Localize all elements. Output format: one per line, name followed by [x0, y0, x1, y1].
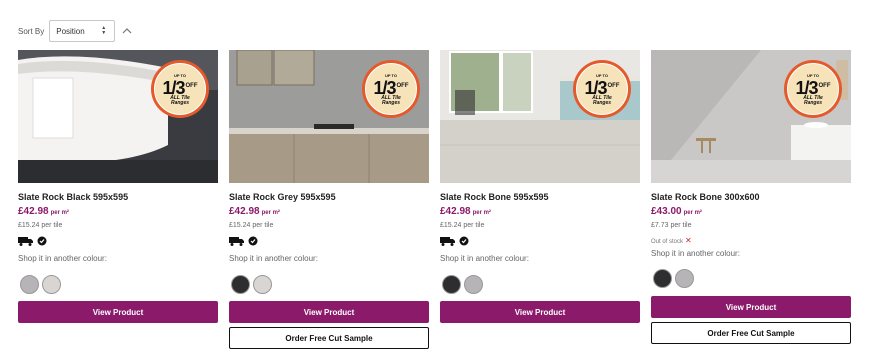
colour-swatch[interactable]: [20, 275, 39, 294]
product-card: UP TO 1/3 OFF ALL Tile Ranges Slate Rock …: [229, 50, 429, 349]
delivery-truck-icon: [440, 237, 455, 246]
price-unit: per m²: [261, 210, 280, 216]
colour-swatch[interactable]: [675, 269, 694, 288]
stock-status: Out of stock ✕: [651, 236, 692, 245]
colour-prompt: Shop it in another colour:: [18, 254, 107, 263]
promo-off: OFF: [818, 82, 831, 89]
sort-select-value: Position: [56, 26, 85, 36]
price-unit: per m²: [683, 210, 702, 216]
delivery-truck-icon: [229, 237, 244, 246]
order-sample-button[interactable]: Order Free Cut Sample: [651, 322, 851, 344]
promo-ranges: Ranges: [170, 99, 190, 106]
per-tile-price: £15.24 per tile: [229, 222, 274, 229]
close-icon: ✕: [685, 236, 692, 245]
colour-prompt: Shop it in another colour:: [440, 254, 529, 263]
promo-ranges: Ranges: [803, 99, 823, 106]
product-price: £42.98 per m²: [18, 206, 69, 217]
colour-swatches: [653, 269, 694, 288]
colour-prompt: Shop it in another colour:: [651, 249, 740, 258]
colour-swatch[interactable]: [442, 275, 461, 294]
promo-ranges: Ranges: [592, 99, 612, 106]
per-tile-price: £15.24 per tile: [18, 222, 63, 229]
promo-badge: UP TO 1/3 OFF ALL Tile Ranges: [573, 60, 631, 118]
click-collect-icon: [37, 236, 47, 246]
colour-swatches: [442, 275, 483, 294]
product-image[interactable]: UP TO 1/3 OFF ALL Tile Ranges: [651, 50, 851, 183]
view-product-button[interactable]: View Product: [440, 301, 640, 323]
sort-label: Sort By: [18, 26, 45, 36]
product-name[interactable]: Slate Rock Grey 595x595: [229, 192, 336, 202]
chevron-up-icon: [122, 28, 132, 34]
price-unit: per m²: [50, 210, 69, 216]
product-price: £42.98 per m²: [229, 206, 280, 217]
promo-fraction: 1/3: [795, 77, 818, 98]
promo-fraction: 1/3: [373, 77, 396, 98]
product-name[interactable]: Slate Rock Bone 595x595: [440, 192, 549, 202]
promo-off: OFF: [396, 82, 409, 89]
price-value: £42.98: [18, 206, 49, 217]
select-arrows-icon: ▲ ▼: [101, 25, 107, 36]
product-image[interactable]: UP TO 1/3 OFF ALL Tile Ranges: [18, 50, 218, 183]
click-collect-icon: [248, 236, 258, 246]
price-unit: per m²: [472, 210, 491, 216]
promo-off: OFF: [185, 82, 198, 89]
colour-swatch[interactable]: [464, 275, 483, 294]
product-card: UP TO 1/3 OFF ALL Tile Ranges Slate Rock …: [651, 50, 851, 344]
delivery-icons: [229, 236, 258, 246]
promo-badge: UP TO 1/3 OFF ALL Tile Ranges: [362, 60, 420, 118]
promo-ranges: Ranges: [381, 99, 401, 106]
product-price: £42.98 per m²: [440, 206, 491, 217]
price-value: £42.98: [229, 206, 260, 217]
product-card: UP TO 1/3 OFF ALL Tile Ranges Slate Rock …: [440, 50, 640, 323]
colour-swatches: [20, 275, 61, 294]
colour-swatch[interactable]: [42, 275, 61, 294]
price-value: £43.00: [651, 206, 682, 217]
click-collect-icon: [459, 236, 469, 246]
product-image[interactable]: UP TO 1/3 OFF ALL Tile Ranges: [229, 50, 429, 183]
delivery-icons: [18, 236, 47, 246]
promo-badge: UP TO 1/3 OFF ALL Tile Ranges: [784, 60, 842, 118]
view-product-button[interactable]: View Product: [18, 301, 218, 323]
product-name[interactable]: Slate Rock Bone 300x600: [651, 192, 760, 202]
per-tile-price: £15.24 per tile: [440, 222, 485, 229]
promo-fraction: 1/3: [584, 77, 607, 98]
promo-fraction: 1/3: [162, 77, 185, 98]
delivery-truck-icon: [18, 237, 33, 246]
product-image[interactable]: UP TO 1/3 OFF ALL Tile Ranges: [440, 50, 640, 183]
stock-text: Out of stock: [651, 239, 684, 245]
delivery-icons: [440, 236, 469, 246]
promo-off: OFF: [607, 82, 620, 89]
per-tile-price: £7.73 per tile: [651, 222, 692, 229]
sort-direction-button[interactable]: [121, 25, 133, 37]
product-card: UP TO 1/3 OFF ALL Tile Ranges Slate Rock …: [18, 50, 218, 323]
product-price: £43.00 per m²: [651, 206, 702, 217]
view-product-button[interactable]: View Product: [229, 301, 429, 323]
sort-select[interactable]: Position ▲ ▼: [49, 20, 116, 42]
order-sample-button[interactable]: Order Free Cut Sample: [229, 327, 429, 349]
colour-swatch[interactable]: [253, 275, 272, 294]
colour-swatch[interactable]: [653, 269, 672, 288]
price-value: £42.98: [440, 206, 471, 217]
sort-toolbar: Sort By Position ▲ ▼: [18, 19, 133, 43]
view-product-button[interactable]: View Product: [651, 296, 851, 318]
colour-prompt: Shop it in another colour:: [229, 254, 318, 263]
product-name[interactable]: Slate Rock Black 595x595: [18, 192, 128, 202]
colour-swatches: [231, 275, 272, 294]
colour-swatch[interactable]: [231, 275, 250, 294]
promo-badge: UP TO 1/3 OFF ALL Tile Ranges: [151, 60, 209, 118]
